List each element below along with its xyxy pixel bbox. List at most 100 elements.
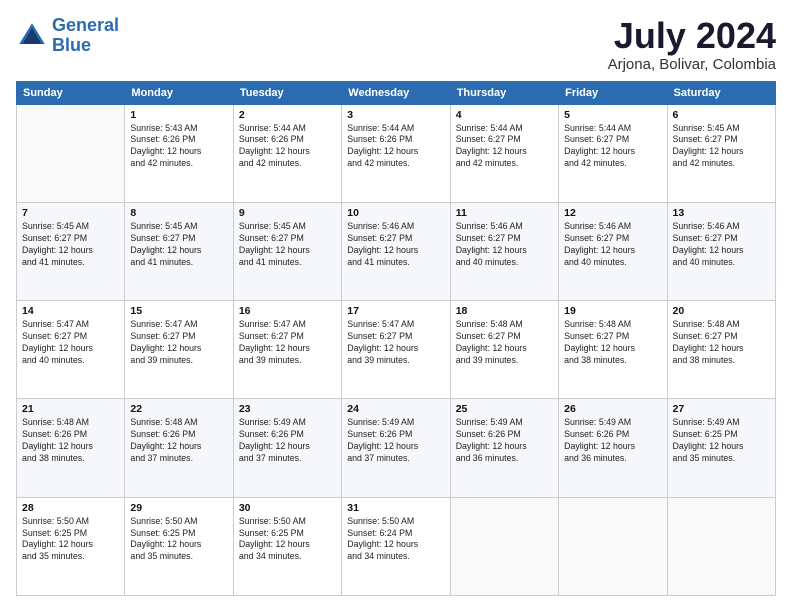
calendar-cell: 29 Sunrise: 5:50 AMSunset: 6:25 PMDayligh… (125, 497, 233, 595)
day-number: 24 (347, 403, 444, 415)
calendar-cell: 9 Sunrise: 5:45 AMSunset: 6:27 PMDaylight… (233, 202, 341, 300)
header: General Blue July 2024 Arjona, Bolivar, … (16, 16, 776, 73)
calendar-cell: 8 Sunrise: 5:45 AMSunset: 6:27 PMDaylight… (125, 202, 233, 300)
day-number: 14 (22, 305, 119, 317)
calendar-cell: 10 Sunrise: 5:46 AMSunset: 6:27 PMDayligh… (342, 202, 450, 300)
day-number: 7 (22, 207, 119, 219)
calendar-cell (667, 497, 775, 595)
logo-icon (16, 20, 48, 52)
calendar-cell: 23 Sunrise: 5:49 AMSunset: 6:26 PMDayligh… (233, 399, 341, 497)
calendar-week-row: 1Sunrise: 5:43 AMSunset: 6:26 PMDaylight… (17, 104, 776, 202)
day-number: 2 (239, 109, 336, 121)
day-info: Sunrise: 5:50 AMSunset: 6:25 PMDaylight:… (22, 516, 119, 564)
day-number: 29 (130, 502, 227, 514)
calendar-cell: 7 Sunrise: 5:45 AMSunset: 6:27 PMDaylight… (17, 202, 125, 300)
calendar-cell: 17 Sunrise: 5:47 AMSunset: 6:27 PMDayligh… (342, 301, 450, 399)
day-number: 25 (456, 403, 553, 415)
day-info: Sunrise: 5:48 AMSunset: 6:26 PMDaylight:… (130, 417, 227, 465)
day-number: 15 (130, 305, 227, 317)
calendar-cell: 18 Sunrise: 5:48 AMSunset: 6:27 PMDayligh… (450, 301, 558, 399)
day-info: Sunrise: 5:50 AMSunset: 6:24 PMDaylight:… (347, 516, 444, 564)
calendar-table: SundayMondayTuesdayWednesdayThursdayFrid… (16, 81, 776, 596)
day-number: 8 (130, 207, 227, 219)
page: General Blue July 2024 Arjona, Bolivar, … (0, 0, 792, 612)
calendar-cell: 26 Sunrise: 5:49 AMSunset: 6:26 PMDayligh… (559, 399, 667, 497)
day-info: Sunrise: 5:50 AMSunset: 6:25 PMDaylight:… (130, 516, 227, 564)
calendar-cell: 16 Sunrise: 5:47 AMSunset: 6:27 PMDayligh… (233, 301, 341, 399)
calendar-cell: 27Sunrise: 5:49 AMSunset: 6:25 PMDayligh… (667, 399, 775, 497)
day-info: Sunrise: 5:45 AMSunset: 6:27 PMDaylight:… (673, 123, 770, 171)
day-info: Sunrise: 5:44 AMSunset: 6:26 PMDaylight:… (239, 123, 336, 171)
day-info: Sunrise: 5:46 AMSunset: 6:27 PMDaylight:… (673, 221, 770, 269)
calendar-cell (559, 497, 667, 595)
calendar-cell (450, 497, 558, 595)
calendar-week-row: 28 Sunrise: 5:50 AMSunset: 6:25 PMDayligh… (17, 497, 776, 595)
day-number: 27 (673, 403, 770, 415)
calendar-cell (17, 104, 125, 202)
calendar-cell: 31 Sunrise: 5:50 AMSunset: 6:24 PMDayligh… (342, 497, 450, 595)
day-of-week-header: Sunday (17, 81, 125, 104)
day-info: Sunrise: 5:50 AMSunset: 6:25 PMDaylight:… (239, 516, 336, 564)
day-info: Sunrise: 5:45 AMSunset: 6:27 PMDaylight:… (130, 221, 227, 269)
title-block: July 2024 Arjona, Bolivar, Colombia (608, 16, 776, 73)
calendar-week-row: 7 Sunrise: 5:45 AMSunset: 6:27 PMDaylight… (17, 202, 776, 300)
day-info: Sunrise: 5:48 AMSunset: 6:27 PMDaylight:… (673, 319, 770, 367)
day-number: 21 (22, 403, 119, 415)
day-info: Sunrise: 5:49 AMSunset: 6:26 PMDaylight:… (564, 417, 661, 465)
calendar-cell: 6 Sunrise: 5:45 AMSunset: 6:27 PMDaylight… (667, 104, 775, 202)
day-number: 3 (347, 109, 444, 121)
day-number: 19 (564, 305, 661, 317)
calendar-cell: 12Sunrise: 5:46 AMSunset: 6:27 PMDayligh… (559, 202, 667, 300)
day-number: 26 (564, 403, 661, 415)
day-number: 9 (239, 207, 336, 219)
calendar-cell: 11Sunrise: 5:46 AMSunset: 6:27 PMDayligh… (450, 202, 558, 300)
day-number: 16 (239, 305, 336, 317)
calendar-cell: 3 Sunrise: 5:44 AMSunset: 6:26 PMDaylight… (342, 104, 450, 202)
day-info: Sunrise: 5:45 AMSunset: 6:27 PMDaylight:… (22, 221, 119, 269)
day-info: Sunrise: 5:46 AMSunset: 6:27 PMDaylight:… (347, 221, 444, 269)
day-of-week-header: Saturday (667, 81, 775, 104)
day-info: Sunrise: 5:44 AMSunset: 6:26 PMDaylight:… (347, 123, 444, 171)
day-number: 4 (456, 109, 553, 121)
day-info: Sunrise: 5:46 AMSunset: 6:27 PMDaylight:… (564, 221, 661, 269)
day-info: Sunrise: 5:49 AMSunset: 6:26 PMDaylight:… (347, 417, 444, 465)
calendar-cell: 21 Sunrise: 5:48 AMSunset: 6:26 PMDayligh… (17, 399, 125, 497)
day-info: Sunrise: 5:44 AMSunset: 6:27 PMDaylight:… (564, 123, 661, 171)
day-number: 10 (347, 207, 444, 219)
day-of-week-header: Friday (559, 81, 667, 104)
day-number: 31 (347, 502, 444, 514)
day-number: 17 (347, 305, 444, 317)
day-of-week-header: Monday (125, 81, 233, 104)
day-number: 20 (673, 305, 770, 317)
calendar-week-row: 21 Sunrise: 5:48 AMSunset: 6:26 PMDayligh… (17, 399, 776, 497)
calendar-cell: 15Sunrise: 5:47 AMSunset: 6:27 PMDayligh… (125, 301, 233, 399)
calendar-cell: 24 Sunrise: 5:49 AMSunset: 6:26 PMDayligh… (342, 399, 450, 497)
day-info: Sunrise: 5:48 AMSunset: 6:27 PMDaylight:… (564, 319, 661, 367)
day-of-week-header: Wednesday (342, 81, 450, 104)
calendar-cell: 5Sunrise: 5:44 AMSunset: 6:27 PMDaylight… (559, 104, 667, 202)
calendar-cell: 22 Sunrise: 5:48 AMSunset: 6:26 PMDayligh… (125, 399, 233, 497)
day-number: 23 (239, 403, 336, 415)
day-number: 28 (22, 502, 119, 514)
day-number: 18 (456, 305, 553, 317)
month-title: July 2024 (608, 16, 776, 56)
calendar-cell: 1Sunrise: 5:43 AMSunset: 6:26 PMDaylight… (125, 104, 233, 202)
day-number: 1 (130, 109, 227, 121)
calendar-cell: 13Sunrise: 5:46 AMSunset: 6:27 PMDayligh… (667, 202, 775, 300)
day-number: 30 (239, 502, 336, 514)
calendar-header-row: SundayMondayTuesdayWednesdayThursdayFrid… (17, 81, 776, 104)
calendar-cell: 30 Sunrise: 5:50 AMSunset: 6:25 PMDayligh… (233, 497, 341, 595)
day-info: Sunrise: 5:47 AMSunset: 6:27 PMDaylight:… (347, 319, 444, 367)
day-info: Sunrise: 5:45 AMSunset: 6:27 PMDaylight:… (239, 221, 336, 269)
calendar-cell: 19 Sunrise: 5:48 AMSunset: 6:27 PMDayligh… (559, 301, 667, 399)
calendar-cell: 20 Sunrise: 5:48 AMSunset: 6:27 PMDayligh… (667, 301, 775, 399)
day-info: Sunrise: 5:49 AMSunset: 6:26 PMDaylight:… (239, 417, 336, 465)
day-number: 22 (130, 403, 227, 415)
day-number: 6 (673, 109, 770, 121)
calendar-cell: 25Sunrise: 5:49 AMSunset: 6:26 PMDayligh… (450, 399, 558, 497)
day-info: Sunrise: 5:47 AMSunset: 6:27 PMDaylight:… (239, 319, 336, 367)
logo-text: General Blue (52, 16, 119, 56)
day-info: Sunrise: 5:48 AMSunset: 6:27 PMDaylight:… (456, 319, 553, 367)
calendar-week-row: 14 Sunrise: 5:47 AMSunset: 6:27 PMDayligh… (17, 301, 776, 399)
day-info: Sunrise: 5:48 AMSunset: 6:26 PMDaylight:… (22, 417, 119, 465)
